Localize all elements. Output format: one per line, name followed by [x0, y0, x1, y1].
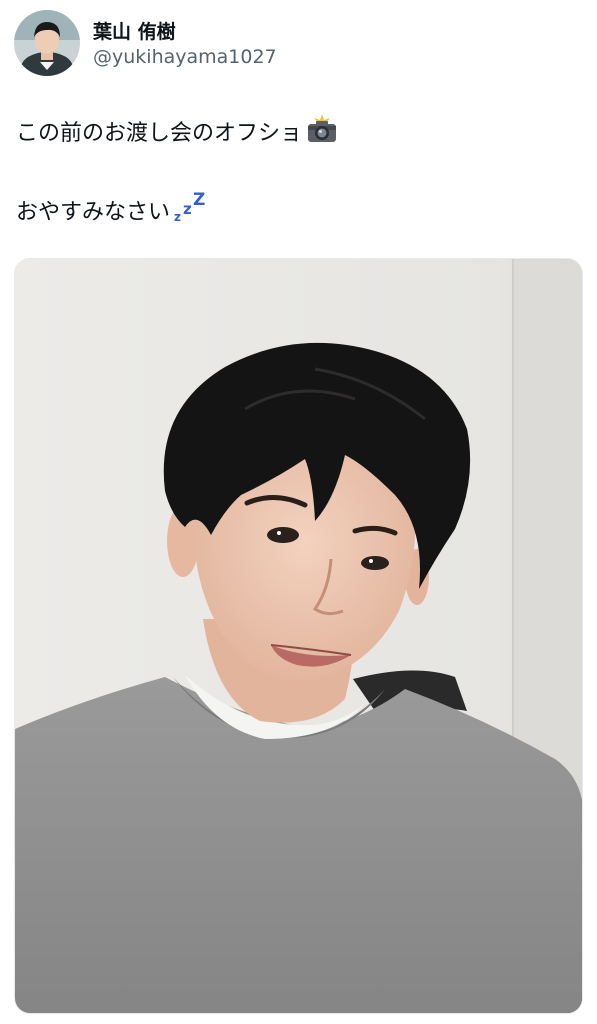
- selfie-photo: [15, 259, 582, 1013]
- svg-text:Z: Z: [193, 191, 205, 210]
- author-avatar[interactable]: [14, 10, 80, 76]
- tweet-text-1: この前のお渡し会のオフショ: [16, 120, 303, 146]
- author-names: 葉山 侑樹 @yukihayama1027: [93, 16, 277, 70]
- tweet-text-line-1: この前のお渡し会のオフショ: [16, 114, 338, 153]
- svg-text:z: z: [183, 200, 192, 218]
- tweet-header: 葉山 侑樹 @yukihayama1027: [14, 10, 277, 76]
- zzz-icon: z z Z: [174, 190, 208, 234]
- camera-with-flash-icon: [306, 114, 338, 153]
- tweet-text-line-2: おやすみなさい z z Z: [16, 190, 208, 234]
- tweet-photo[interactable]: [14, 258, 583, 1014]
- tweet-text-2: おやすみなさい: [16, 199, 171, 225]
- svg-text:z: z: [174, 210, 181, 224]
- author-display-name[interactable]: 葉山 侑樹: [93, 20, 277, 44]
- tweet-card: 葉山 侑樹 @yukihayama1027 この前のお渡し会のオフショ おやすみ…: [0, 0, 597, 1024]
- author-handle[interactable]: @yukihayama1027: [93, 44, 277, 70]
